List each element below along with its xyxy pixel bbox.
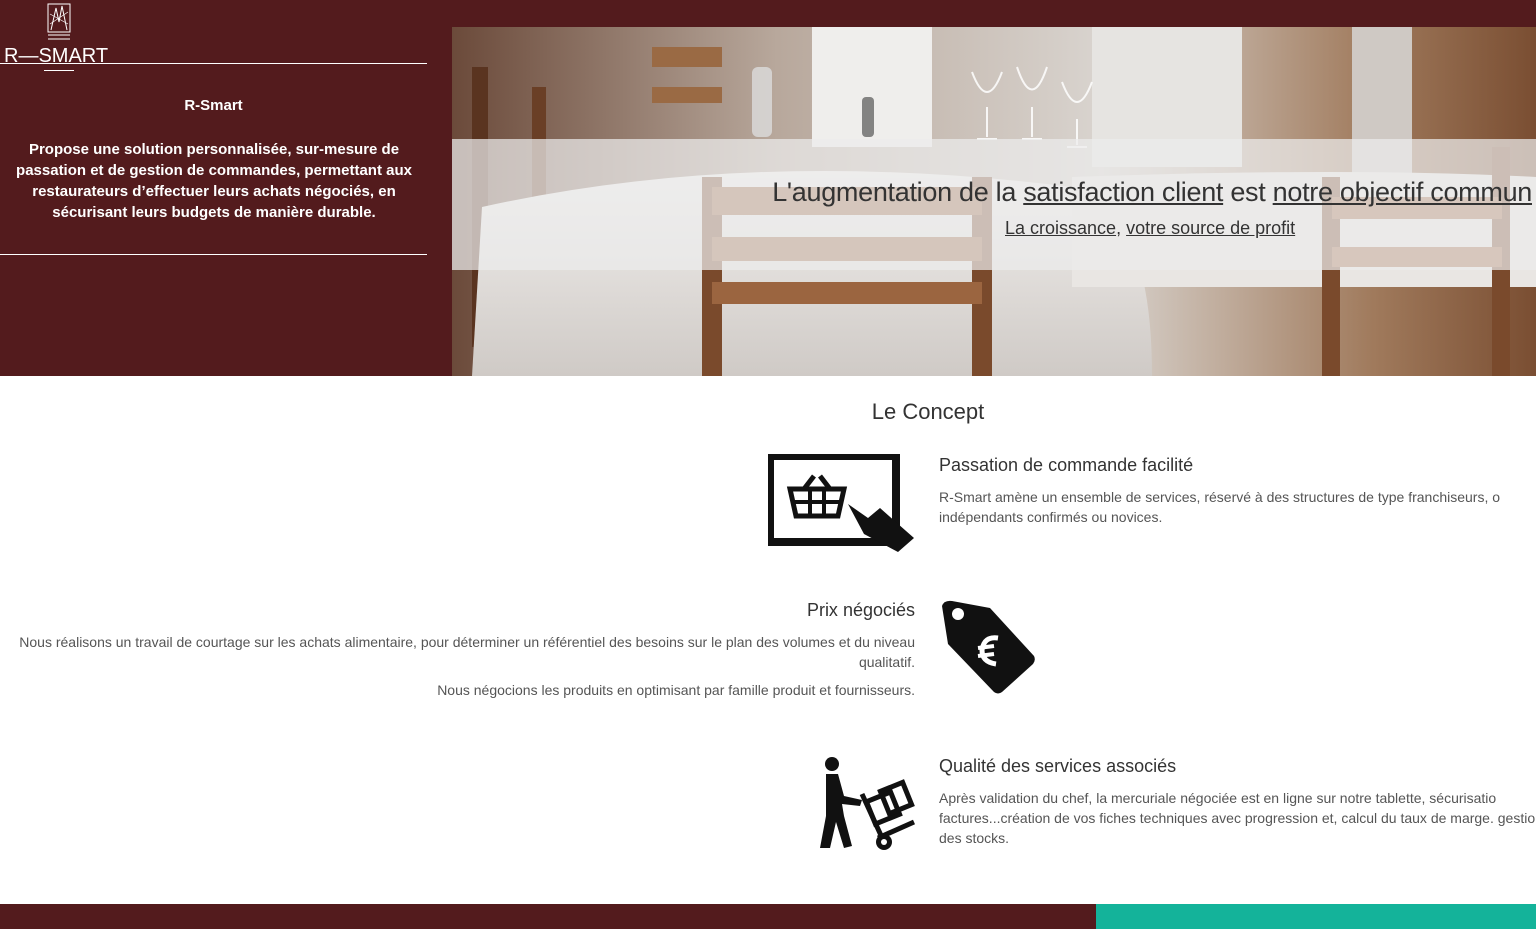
subline-separator: , <box>1116 218 1127 238</box>
tagline-text-2: est <box>1223 177 1273 207</box>
concept-title: Le Concept <box>871 399 985 424</box>
subline-link-profit[interactable]: votre source de profit <box>1126 218 1295 238</box>
concept-item-title: Qualité des services associés <box>939 756 1177 776</box>
shopping-basket-screen-icon <box>768 454 914 552</box>
subline-link-croissance[interactable]: La croissance <box>1005 218 1116 238</box>
logo-text: R—SMART <box>4 45 109 67</box>
concept-item-text: Nous négocions les produits en optimisan… <box>437 682 915 698</box>
logo[interactable]: R—SMART <box>4 2 108 72</box>
logo-underline <box>44 70 74 71</box>
footer-band-brand <box>0 904 1096 929</box>
hero-tagline: L'augmentation de la satisfaction client… <box>772 177 1532 208</box>
tagline-link-objectif[interactable]: notre objectif commun <box>1273 177 1533 207</box>
logo-emblem-icon <box>47 3 71 40</box>
concept-item-text: R-Smart amène un ensemble de services, r… <box>939 489 1501 525</box>
hero-subline: La croissance, votre source de profit <box>1005 218 1295 239</box>
concept-item-text: Après validation du chef, la mercuriale … <box>939 790 1536 846</box>
footer-band-accent <box>1096 904 1536 929</box>
divider-top <box>0 63 427 64</box>
concept-item-text: Nous réalisons un travail de courtage su… <box>19 634 915 670</box>
euro-price-tag-icon <box>942 600 1035 694</box>
intro-body: Propose une solution personnalisée, sur-… <box>16 141 412 221</box>
tagline-link-satisfaction[interactable]: satisfaction client <box>1023 177 1223 207</box>
concept-item-title: Passation de commande facilité <box>939 455 1194 475</box>
concept-item-title: Prix négociés <box>806 600 915 620</box>
intro-title: R-Smart <box>184 97 243 114</box>
divider-bottom <box>0 254 427 255</box>
delivery-hand-truck-icon <box>820 757 916 850</box>
tagline-text-1: L'augmentation de la <box>772 177 1024 207</box>
